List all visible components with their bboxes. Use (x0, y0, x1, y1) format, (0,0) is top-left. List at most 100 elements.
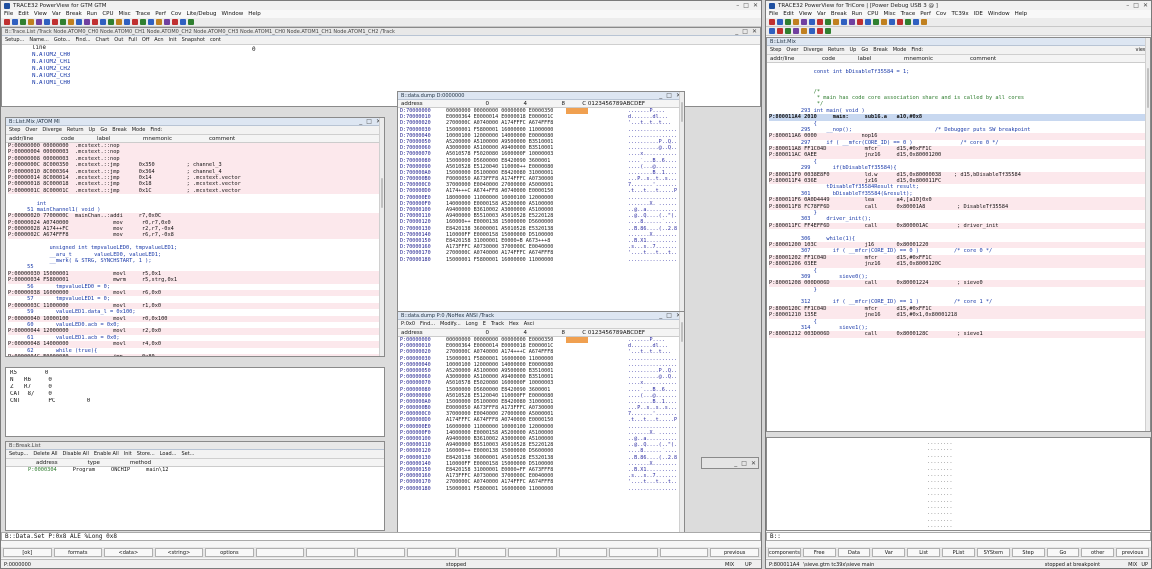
toolbar-button[interactable]: Mode (132, 127, 146, 133)
menu-item[interactable]: Trace (901, 11, 916, 17)
menu-item[interactable]: Break (66, 11, 82, 17)
softkey-button[interactable]: previous (710, 548, 759, 557)
menu-item[interactable]: View (799, 11, 812, 17)
menu-item[interactable]: TC39x (951, 11, 968, 17)
menu-item[interactable]: File (769, 11, 778, 17)
softkey-button[interactable] (508, 548, 557, 557)
minimize-icon[interactable]: _ (659, 312, 662, 319)
toolbar-button[interactable]: Find: (150, 127, 162, 133)
toolbar-button[interactable]: Return (828, 47, 845, 53)
menu-item[interactable]: IDE (974, 11, 983, 17)
code-line[interactable]: P:0000004C E0000080 jmp 0x80 (8, 353, 384, 356)
toolbar-button[interactable]: Diverge (803, 47, 823, 53)
right-list-scrollbar[interactable] (1145, 38, 1150, 431)
toolbar-button[interactable]: Disable All (63, 451, 89, 457)
menu-item[interactable]: Misc (119, 11, 131, 17)
toolbar-icon[interactable] (84, 19, 90, 25)
toolbar-button[interactable]: Store... (137, 451, 155, 457)
minimize-icon[interactable]: – (1126, 2, 1129, 9)
softkey-button[interactable] (356, 548, 406, 557)
menu-item[interactable]: Help (248, 11, 261, 17)
menu-item[interactable]: View (34, 11, 47, 17)
toolbar-button[interactable]: Mode (893, 47, 907, 53)
softkey-button[interactable]: components (768, 548, 801, 557)
toolbar-button[interactable]: Find... (420, 321, 435, 327)
break-row[interactable]: P:0000304 Program ONCHIP main\12 (6, 467, 384, 473)
toolbar-button[interactable]: Over (786, 47, 798, 53)
toolbar-button[interactable]: cont (210, 37, 221, 43)
dump2-scrollbar[interactable] (679, 312, 684, 532)
toolbar-button[interactable]: Init (124, 451, 132, 457)
toolbar-icon[interactable] (865, 19, 871, 25)
toolbar-button[interactable]: Set... (181, 451, 194, 457)
menu-item[interactable]: Var (52, 11, 61, 17)
toolbar-icon[interactable] (52, 19, 58, 25)
toolbar-button[interactable]: Setup... (9, 451, 28, 457)
toolbar-icon[interactable] (809, 19, 815, 25)
menu-item[interactable]: Run (87, 11, 98, 17)
close-icon[interactable]: ✕ (753, 2, 758, 9)
toolbar-icon[interactable] (132, 19, 138, 25)
toolbar-icon[interactable] (793, 19, 799, 25)
toolbar-button[interactable]: Up (89, 127, 96, 133)
dump1-scrollbar[interactable] (679, 92, 684, 320)
right-command-line[interactable]: B:: (766, 532, 1151, 541)
toolbar-icon[interactable] (905, 19, 911, 25)
menu-item[interactable]: Misc (884, 11, 896, 17)
toolbar-icon[interactable] (849, 19, 855, 25)
maximize-icon[interactable]: □ (741, 460, 747, 467)
toolbar-button[interactable]: Name... (29, 37, 49, 43)
softkey-button[interactable] (306, 548, 355, 557)
minimize-icon[interactable]: _ (735, 28, 738, 35)
toolbar-icon[interactable] (825, 19, 831, 25)
menu-item[interactable]: Window (222, 11, 244, 17)
toolbar-button[interactable]: Diverge (42, 127, 62, 133)
menu-item[interactable]: Window (988, 11, 1010, 17)
toolbar-button[interactable]: Full (128, 37, 137, 43)
menu-item[interactable]: CPU (102, 11, 113, 17)
toolbar-icon[interactable] (12, 19, 18, 25)
toolbar-icon[interactable] (889, 19, 895, 25)
toolbar-button[interactable]: Off (142, 37, 149, 43)
toolbar-icon[interactable] (769, 19, 775, 25)
minimize-icon[interactable]: _ (359, 118, 362, 125)
toolbar-icon[interactable] (913, 19, 919, 25)
list-scrollbar[interactable] (379, 118, 384, 356)
menu-item[interactable]: Var (817, 11, 826, 17)
toolbar-button[interactable]: Goto... (54, 37, 71, 43)
toolbar-icon[interactable] (793, 28, 799, 34)
toolbar-icon[interactable] (833, 19, 839, 25)
menu-item[interactable]: Lite/Debug (186, 11, 216, 17)
toolbar-button[interactable]: Find: (911, 47, 923, 53)
toolbar-icon[interactable] (841, 19, 847, 25)
toolbar-button[interactable]: Go (861, 47, 868, 53)
dump-row[interactable]: P:00000180 15000001 F5800001 16000000 110… (400, 486, 684, 492)
menu-item[interactable]: Edit (783, 11, 794, 17)
code-line[interactable]: P:80001212 003D006D call 0x8000128C ; si… (769, 331, 1150, 338)
close-icon[interactable]: ✕ (752, 28, 757, 35)
menu-item[interactable]: Cov (171, 11, 181, 17)
softkey-button[interactable] (558, 548, 608, 557)
toolbar-icon[interactable] (785, 19, 791, 25)
toolbar-icon[interactable] (124, 19, 130, 25)
toolbar-icon[interactable] (881, 19, 887, 25)
softkey-button[interactable]: <string> (154, 548, 204, 557)
toolbar-button[interactable]: Asci (524, 321, 534, 327)
toolbar-button[interactable]: Up (850, 47, 857, 53)
toolbar-button[interactable]: Chart (96, 37, 110, 43)
toolbar-button[interactable]: Enable All (94, 451, 119, 457)
menu-item[interactable]: Run (852, 11, 863, 17)
toolbar-button[interactable]: Delete All (33, 451, 57, 457)
toolbar-icon[interactable] (108, 19, 114, 25)
toolbar-button[interactable]: Acn (154, 37, 163, 43)
softkey-button[interactable]: Var (872, 548, 906, 557)
toolbar-button[interactable]: Break (873, 47, 887, 53)
minimize-icon[interactable]: – (736, 2, 739, 9)
softkey-button[interactable] (255, 548, 305, 557)
toolbar-button[interactable]: Hex (509, 321, 519, 327)
toolbar-button[interactable]: P:0x0 (401, 321, 415, 327)
close-icon[interactable]: ✕ (1143, 2, 1148, 9)
toolbar-button[interactable]: Over (25, 127, 37, 133)
toolbar-button[interactable]: Find... (76, 37, 91, 43)
softkey-button[interactable]: [ok] (3, 548, 52, 557)
